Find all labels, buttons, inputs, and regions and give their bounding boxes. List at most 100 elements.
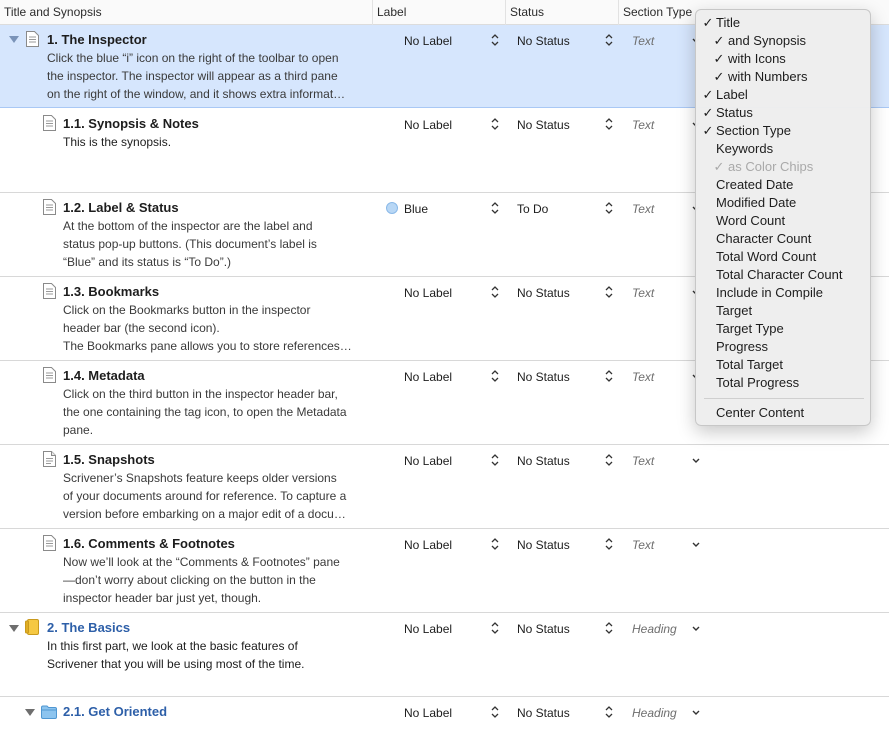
label-popup[interactable]: Blue <box>404 202 428 216</box>
row-synopsis: Click on the Bookmarks button in the ins… <box>63 303 352 353</box>
label-stepper-icon[interactable] <box>490 285 500 299</box>
disclosure-triangle-icon[interactable] <box>8 622 20 634</box>
chevron-down-icon[interactable] <box>691 709 701 717</box>
section-type-popup[interactable]: Text <box>632 286 654 300</box>
column-header-label[interactable]: Label <box>373 0 506 25</box>
label-popup[interactable]: No Label <box>404 118 452 132</box>
section-type-popup[interactable]: Text <box>632 454 654 468</box>
label-popup[interactable]: No Label <box>404 370 452 384</box>
row-synopsis: At the bottom of the inspector are the l… <box>63 219 317 269</box>
outline-row[interactable]: 1.6. Comments & Footnotes Now we’ll look… <box>0 529 889 613</box>
label-stepper-icon[interactable] <box>490 33 500 47</box>
label-popup[interactable]: No Label <box>404 706 452 720</box>
row-title[interactable]: 1.3. Bookmarks <box>63 284 159 299</box>
outline-row[interactable]: 2.1. Get Oriented No Label No Status Hea… <box>0 697 889 737</box>
outline-row[interactable]: 1.5. Snapshots Scrivener’s Snapshots fea… <box>0 445 889 529</box>
label-popup[interactable]: No Label <box>404 622 452 636</box>
section-type-popup[interactable]: Text <box>632 538 654 552</box>
menu-item-with-icons[interactable]: ✓ with Icons <box>696 50 872 68</box>
section-type-popup[interactable]: Text <box>632 118 654 132</box>
menu-item-with-numbers[interactable]: ✓ with Numbers <box>696 68 872 86</box>
label-popup[interactable]: No Label <box>404 286 452 300</box>
menu-item-section-type[interactable]: ✓ Section Type <box>696 122 872 140</box>
label-popup[interactable]: No Label <box>404 34 452 48</box>
row-title[interactable]: 2. The Basics <box>47 620 130 635</box>
menu-item-and-synopsis[interactable]: ✓ and Synopsis <box>696 32 872 50</box>
checkmark-icon: ✓ <box>702 123 714 138</box>
document-icon <box>42 535 56 551</box>
row-title[interactable]: 1.2. Label & Status <box>63 200 179 215</box>
menu-item-target-type[interactable]: Target Type <box>696 320 872 338</box>
section-type-popup[interactable]: Heading <box>632 622 677 636</box>
status-stepper-icon[interactable] <box>604 201 614 215</box>
status-stepper-icon[interactable] <box>604 33 614 47</box>
label-stepper-icon[interactable] <box>490 705 500 719</box>
menu-item-target[interactable]: Target <box>696 302 872 320</box>
row-synopsis: In this first part, we look at the basic… <box>47 639 305 671</box>
row-title[interactable]: 1.5. Snapshots <box>63 452 155 467</box>
menu-item-word-count[interactable]: Word Count <box>696 212 872 230</box>
row-title[interactable]: 2.1. Get Oriented <box>63 704 167 719</box>
menu-item-label[interactable]: ✓ Label <box>696 86 872 104</box>
label-stepper-icon[interactable] <box>490 453 500 467</box>
status-stepper-icon[interactable] <box>604 537 614 551</box>
checkmark-icon: ✓ <box>702 105 714 120</box>
menu-item-total-character-count[interactable]: Total Character Count <box>696 266 872 284</box>
menu-item-total-word-count[interactable]: Total Word Count <box>696 248 872 266</box>
section-type-popup[interactable]: Heading <box>632 706 677 720</box>
label-popup[interactable]: No Label <box>404 538 452 552</box>
section-type-popup[interactable]: Text <box>632 370 654 384</box>
status-popup[interactable]: No Status <box>517 118 570 132</box>
chevron-down-icon[interactable] <box>691 457 701 465</box>
status-stepper-icon[interactable] <box>604 453 614 467</box>
menu-item-total-progress[interactable]: Total Progress <box>696 374 872 392</box>
menu-item-include-in-compile[interactable]: Include in Compile <box>696 284 872 302</box>
status-popup[interactable]: No Status <box>517 370 570 384</box>
status-popup[interactable]: No Status <box>517 706 570 720</box>
chevron-down-icon[interactable] <box>691 625 701 633</box>
menu-item-keywords[interactable]: Keywords <box>696 140 872 158</box>
label-stepper-icon[interactable] <box>490 369 500 383</box>
menu-item-created-date[interactable]: Created Date <box>696 176 872 194</box>
status-popup[interactable]: No Status <box>517 622 570 636</box>
status-popup[interactable]: No Status <box>517 286 570 300</box>
document-icon <box>42 115 56 131</box>
chevron-down-icon[interactable] <box>691 541 701 549</box>
label-stepper-icon[interactable] <box>490 537 500 551</box>
menu-item-center-content[interactable]: Center Content <box>696 404 872 422</box>
disclosure-triangle-icon[interactable] <box>8 33 20 45</box>
status-popup[interactable]: No Status <box>517 34 570 48</box>
status-popup[interactable]: No Status <box>517 454 570 468</box>
status-stepper-icon[interactable] <box>604 705 614 719</box>
row-title[interactable]: 1.6. Comments & Footnotes <box>63 536 235 551</box>
checkmark-icon: ✓ <box>713 159 725 174</box>
status-stepper-icon[interactable] <box>604 117 614 131</box>
menu-item-modified-date[interactable]: Modified Date <box>696 194 872 212</box>
menu-item-title[interactable]: ✓ Title <box>696 14 872 32</box>
menu-item-total-target[interactable]: Total Target <box>696 356 872 374</box>
menu-item-status[interactable]: ✓ Status <box>696 104 872 122</box>
status-stepper-icon[interactable] <box>604 621 614 635</box>
label-stepper-icon[interactable] <box>490 621 500 635</box>
row-title[interactable]: 1. The Inspector <box>47 32 147 47</box>
checkmark-icon: ✓ <box>713 69 725 84</box>
status-stepper-icon[interactable] <box>604 369 614 383</box>
part-notebook-icon <box>25 619 39 635</box>
label-popup[interactable]: No Label <box>404 454 452 468</box>
section-type-popup[interactable]: Text <box>632 202 654 216</box>
status-popup[interactable]: To Do <box>517 202 548 216</box>
label-stepper-icon[interactable] <box>490 117 500 131</box>
status-stepper-icon[interactable] <box>604 285 614 299</box>
status-popup[interactable]: No Status <box>517 538 570 552</box>
menu-item-progress[interactable]: Progress <box>696 338 872 356</box>
menu-item-character-count[interactable]: Character Count <box>696 230 872 248</box>
disclosure-triangle-icon[interactable] <box>24 706 36 718</box>
outline-row[interactable]: 2. The Basics In this first part, we loo… <box>0 613 889 697</box>
section-type-popup[interactable]: Text <box>632 34 654 48</box>
row-title[interactable]: 1.1. Synopsis & Notes <box>63 116 199 131</box>
row-synopsis: This is the synopsis. <box>63 135 172 149</box>
row-title[interactable]: 1.4. Metadata <box>63 368 145 383</box>
column-header-status[interactable]: Status <box>506 0 619 25</box>
column-header-title-synopsis[interactable]: Title and Synopsis <box>0 0 373 25</box>
label-stepper-icon[interactable] <box>490 201 500 215</box>
